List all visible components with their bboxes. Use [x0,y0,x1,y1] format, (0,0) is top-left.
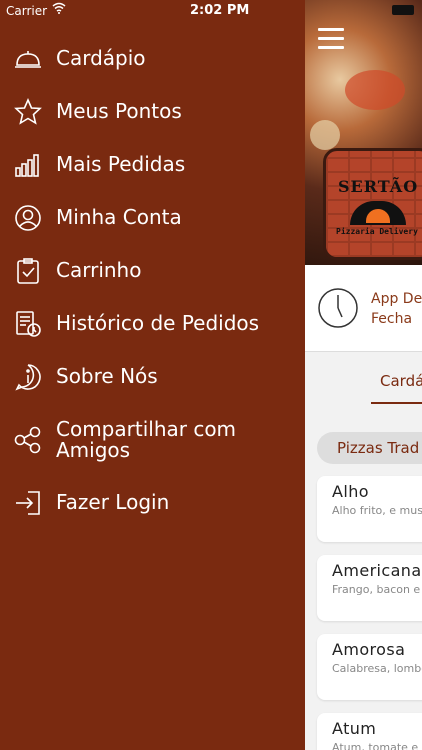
star-icon [14,97,42,126]
wifi-icon [52,2,66,14]
info-icon [14,363,42,391]
status-line-1: App De [371,291,422,307]
pizza-image-detail [310,120,340,150]
menu-item-label: Sobre Nós [56,364,158,388]
logo-title: SERTÃO [338,177,419,196]
product-description: Alho frito, e muss [332,504,422,517]
status-line-2: Fecha [371,311,413,327]
share-icon [14,426,42,454]
pizza-image-detail [345,70,405,110]
tab-cardapio[interactable]: Cardá [380,372,422,390]
product-card[interactable]: Americana Frango, bacon e p [317,555,422,621]
product-name: Americana [332,561,422,580]
menu-item-historico[interactable]: Histórico de Pedidos [0,297,305,350]
tab-underline [371,402,422,404]
hamburger-menu-icon[interactable] [318,28,344,49]
logo-subtitle: Pizzaria Delivery [336,227,418,236]
menu-item-fazer-login[interactable]: Fazer Login [0,476,305,529]
menu-item-label: Minha Conta [56,205,182,229]
product-description: Calabresa, lombo [332,662,422,675]
product-name: Amorosa [332,640,406,659]
menu-item-cardapio[interactable]: Cardápio [0,32,305,85]
menu-item-carrinho[interactable]: Carrinho [0,244,305,297]
product-description: Frango, bacon e p [332,583,422,596]
category-chip[interactable]: Pizzas Trad [317,432,422,464]
menu-item-label: Fazer Login [56,490,170,514]
product-card[interactable]: Amorosa Calabresa, lombo [317,634,422,700]
status-info-row: App De Fecha [305,265,422,352]
login-icon [14,489,42,517]
restaurant-logo: SERTÃO Pizzaria Delivery [323,148,422,260]
product-name: Alho [332,482,369,501]
clock-icon [318,288,358,328]
menu-item-label: Compartilhar com Amigos [56,416,237,462]
menu-item-label: Histórico de Pedidos [56,311,260,335]
menu-item-label: Carrinho [56,258,142,282]
menu-item-mais-pedidas[interactable]: Mais Pedidas [0,138,305,191]
menu-item-label: Mais Pedidas [56,152,186,176]
carrier-label: Carrier [6,4,48,18]
menu-item-label: Cardápio [56,46,146,70]
product-name: Atum [332,719,377,738]
drawer-menu: Cardápio Meus Pontos Mais Pedidas Minha … [0,32,305,529]
main-screen: SERTÃO Pizzaria Delivery App De Fecha Ca… [305,0,422,750]
hero-banner: SERTÃO Pizzaria Delivery [305,0,422,265]
clipboard-check-icon [14,257,42,285]
menu-content: Cardá Pizzas Trad Alho Alho frito, e mus… [305,352,422,750]
menu-item-label: Meus Pontos [56,99,182,123]
user-icon [14,204,42,232]
menu-item-minha-conta[interactable]: Minha Conta [0,191,305,244]
history-list-icon [14,310,42,338]
menu-item-sobre-nos[interactable]: Sobre Nós [0,350,305,403]
side-drawer: Cardápio Meus Pontos Mais Pedidas Minha … [0,0,305,750]
menu-item-meus-pontos[interactable]: Meus Pontos [0,85,305,138]
bar-chart-icon [14,151,42,179]
product-card[interactable]: Alho Alho frito, e muss [317,476,422,542]
clock-time: 2:02 PM [190,3,250,18]
battery-icon [392,5,414,15]
menu-item-compartilhar[interactable]: Compartilhar com Amigos [0,403,305,476]
product-description: Atum, tomate e c [332,741,422,750]
cloche-icon [14,45,42,73]
open-status-text: App De Fecha [371,289,422,329]
product-card[interactable]: Atum Atum, tomate e c [317,713,422,750]
status-bar: Carrier 2:02 PM [0,0,422,22]
